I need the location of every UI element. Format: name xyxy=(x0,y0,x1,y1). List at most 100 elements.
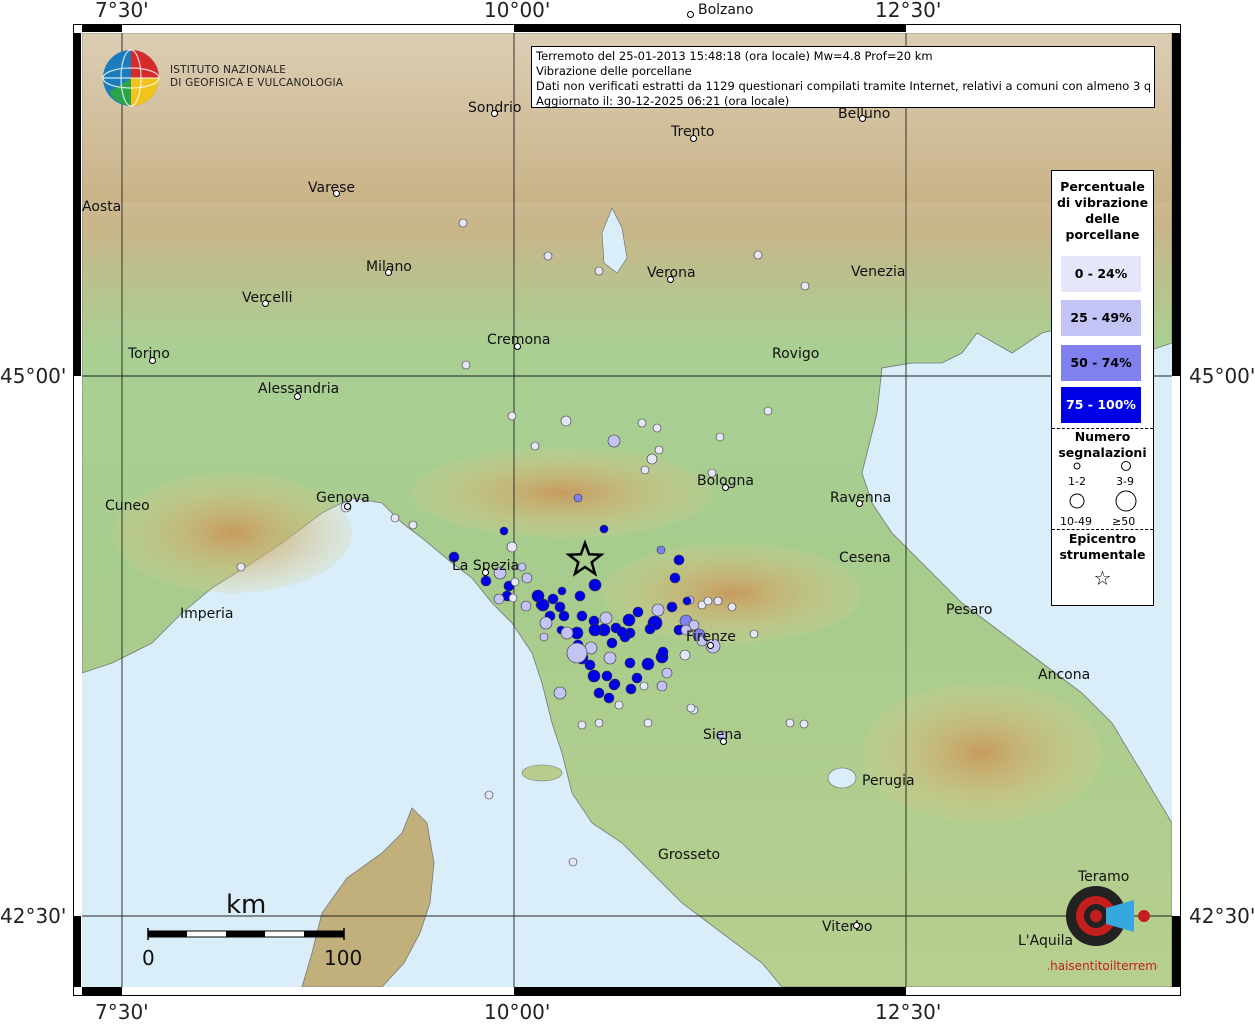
observation-point[interactable] xyxy=(607,434,621,448)
observation-point[interactable] xyxy=(669,572,681,584)
observation-point[interactable] xyxy=(520,600,532,612)
city-marker xyxy=(344,503,351,510)
observation-point[interactable] xyxy=(606,637,618,649)
observation-point[interactable] xyxy=(574,590,586,602)
observation-point[interactable] xyxy=(461,360,471,370)
observation-point[interactable] xyxy=(622,613,636,627)
observation-point[interactable] xyxy=(517,562,527,572)
observation-point[interactable] xyxy=(390,513,400,523)
observation-point[interactable] xyxy=(568,857,578,867)
observation-point[interactable] xyxy=(656,545,666,555)
observation-point[interactable] xyxy=(632,606,644,618)
observation-point[interactable] xyxy=(639,681,649,691)
observation-point[interactable] xyxy=(236,562,246,572)
observation-point[interactable] xyxy=(599,611,613,625)
observation-point[interactable] xyxy=(566,642,588,664)
observation-point[interactable] xyxy=(594,718,604,728)
epicenter-star-icon[interactable] xyxy=(565,539,605,577)
observation-point[interactable] xyxy=(553,686,567,700)
observation-point[interactable] xyxy=(651,603,665,617)
observation-point[interactable] xyxy=(654,445,664,455)
observation-point[interactable] xyxy=(652,423,662,433)
city-label: Grosseto xyxy=(658,847,721,863)
observation-point[interactable] xyxy=(661,667,673,679)
observation-point[interactable] xyxy=(799,719,809,729)
institute-name-line2: DI GEOFISICA E VULCANOLOGIA xyxy=(170,77,344,89)
observation-point[interactable] xyxy=(508,593,518,603)
lat-label-left-bottom: 42°30' xyxy=(0,904,67,928)
observation-point[interactable] xyxy=(753,250,763,260)
observation-point[interactable] xyxy=(521,572,533,584)
observation-point[interactable] xyxy=(601,670,613,682)
observation-point[interactable] xyxy=(679,649,691,661)
observation-point[interactable] xyxy=(554,601,566,613)
observation-point[interactable] xyxy=(539,632,549,642)
legend-class-label: 0 - 24% xyxy=(1074,266,1128,281)
observation-point[interactable] xyxy=(624,657,636,669)
observation-point[interactable] xyxy=(560,415,572,427)
observation-point[interactable] xyxy=(656,680,668,692)
shaded-relief-map[interactable] xyxy=(82,33,1172,987)
observation-point[interactable] xyxy=(657,646,669,658)
observation-point[interactable] xyxy=(493,593,505,605)
observation-point[interactable] xyxy=(625,683,637,695)
observation-point[interactable] xyxy=(800,281,810,291)
scale-max: 100 xyxy=(324,946,363,970)
observation-point[interactable] xyxy=(643,718,653,728)
observation-point[interactable] xyxy=(408,520,418,530)
observation-point[interactable] xyxy=(573,493,583,503)
observation-point[interactable] xyxy=(593,687,605,699)
observation-point[interactable] xyxy=(646,453,658,465)
observation-point[interactable] xyxy=(594,266,604,276)
observation-point[interactable] xyxy=(640,465,650,475)
observation-point[interactable] xyxy=(616,626,628,638)
observation-point[interactable] xyxy=(608,679,620,691)
observation-point[interactable] xyxy=(637,418,647,428)
observation-point[interactable] xyxy=(749,629,759,639)
observation-point[interactable] xyxy=(484,790,494,800)
observation-point[interactable] xyxy=(499,526,509,536)
observation-point[interactable] xyxy=(673,554,685,566)
observation-point[interactable] xyxy=(641,657,655,671)
observation-point[interactable] xyxy=(547,593,559,605)
observation-point[interactable] xyxy=(588,623,602,637)
observation-point[interactable] xyxy=(576,610,588,622)
city-marker xyxy=(707,642,714,649)
observation-point[interactable] xyxy=(539,616,553,630)
observation-point[interactable] xyxy=(763,406,773,416)
observation-point[interactable] xyxy=(682,596,692,606)
observation-point[interactable] xyxy=(543,251,553,261)
observation-point[interactable] xyxy=(536,598,550,612)
observation-point[interactable] xyxy=(715,432,725,442)
observation-point[interactable] xyxy=(614,700,624,710)
observation-point[interactable] xyxy=(713,596,723,606)
observation-point[interactable] xyxy=(727,602,737,612)
observation-point[interactable] xyxy=(603,692,615,704)
observation-point[interactable] xyxy=(785,718,795,728)
observation-point[interactable] xyxy=(557,586,567,596)
observation-point[interactable] xyxy=(599,524,609,534)
observation-point[interactable] xyxy=(510,577,520,587)
city-marker xyxy=(294,393,301,400)
observation-point[interactable] xyxy=(458,218,468,228)
observation-point[interactable] xyxy=(558,610,570,622)
observation-point[interactable] xyxy=(584,659,596,671)
legend-class-label: 25 - 49% xyxy=(1070,310,1132,325)
observation-point[interactable] xyxy=(530,441,540,451)
observation-point[interactable] xyxy=(480,575,492,587)
observation-point[interactable] xyxy=(560,626,574,640)
observation-point[interactable] xyxy=(587,669,601,683)
observation-point[interactable] xyxy=(577,720,587,730)
observation-point[interactable] xyxy=(588,578,602,592)
observation-point[interactable] xyxy=(603,651,617,665)
observation-point[interactable] xyxy=(506,541,518,553)
observation-point[interactable] xyxy=(686,703,696,713)
observation-point[interactable] xyxy=(703,596,713,606)
lon-label-bottom-right: 12°30' xyxy=(875,1000,942,1024)
observation-point[interactable] xyxy=(644,623,656,635)
observation-point[interactable] xyxy=(507,411,517,421)
observation-point[interactable] xyxy=(631,672,643,684)
count-class-3: ≥50 xyxy=(1112,515,1136,528)
observation-point[interactable] xyxy=(666,601,678,613)
haisentito-logo-icon[interactable]: www.haisentitoilterremoto.it xyxy=(1048,868,1158,978)
